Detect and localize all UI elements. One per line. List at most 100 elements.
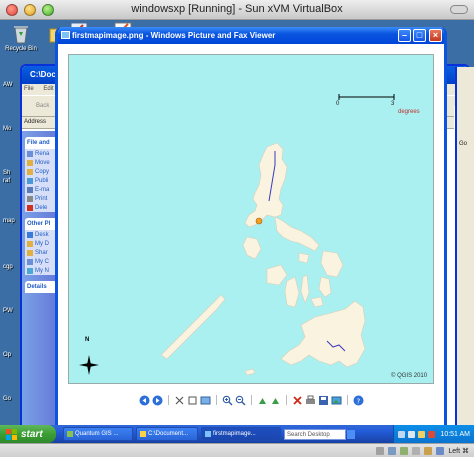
philippines-map <box>79 94 395 376</box>
place-shared[interactable]: Shar <box>25 248 57 257</box>
desktop-side-label: PW <box>3 308 13 314</box>
actual-size-button[interactable] <box>187 395 198 406</box>
folder-icon <box>27 250 33 256</box>
edit-button[interactable] <box>331 395 342 406</box>
next-image-button[interactable] <box>152 395 163 406</box>
map-image: 0 3 degrees N © QGIS 2010 <box>68 54 434 384</box>
shared-folders-icon[interactable] <box>424 446 433 455</box>
search-go-button[interactable] <box>347 429 355 439</box>
desktop-search-input[interactable]: Search Desktop <box>284 428 346 440</box>
taskbar-clock[interactable]: 10:51 AM <box>440 431 470 438</box>
desktop-icon-recycle-bin[interactable]: Recycle Bin <box>2 24 40 53</box>
maximize-button[interactable]: □ <box>413 29 426 42</box>
desktop-side-label: map <box>3 218 15 224</box>
delete-button[interactable] <box>292 395 303 406</box>
leyte-island <box>318 276 332 298</box>
desktop-icon <box>27 232 33 238</box>
taskbar-button-label: C:\Document... <box>148 431 189 437</box>
task-rename[interactable]: Rena <box>25 149 57 158</box>
zoom-out-button[interactable] <box>235 395 246 406</box>
desktop-side-label: AW <box>3 82 13 88</box>
best-fit-button[interactable] <box>174 395 185 406</box>
start-button[interactable]: start <box>0 425 56 443</box>
task-label: Rena <box>35 151 50 157</box>
viewer-titlebar: firstmapimage.png - Windows Picture and … <box>58 27 444 44</box>
folder-icon <box>140 431 146 437</box>
desktop-side-label: Op <box>3 352 12 358</box>
zoom-in-button[interactable] <box>222 395 233 406</box>
back-button[interactable]: Back <box>36 103 49 109</box>
toolbar-separator <box>346 395 348 405</box>
task-print[interactable]: Print <box>25 194 57 203</box>
task-copy[interactable]: Copy <box>25 167 57 176</box>
host-key-label: Left ⌘ <box>448 447 469 455</box>
task-move[interactable]: Move <box>25 158 57 167</box>
place-desktop[interactable]: Desk <box>25 230 57 239</box>
svg-text:?: ? <box>356 397 360 405</box>
toolbar-separator <box>167 395 169 405</box>
minimize-button[interactable]: – <box>398 29 411 42</box>
panay-island <box>266 264 288 286</box>
north-label: N <box>85 337 90 343</box>
other-places-header[interactable]: Other Pl <box>25 218 57 230</box>
north-arrow-icon <box>79 355 99 375</box>
details-header[interactable]: Details <box>25 281 57 293</box>
hdd-status-icon[interactable] <box>376 446 385 455</box>
task-label: Publi <box>35 178 49 184</box>
menu-edit[interactable]: Edit <box>43 86 53 92</box>
tray-network-icon[interactable] <box>408 430 416 438</box>
taskbar: start Quantum GIS ... C:\Document... fir… <box>0 425 474 443</box>
toolbar-toggle-button[interactable] <box>450 5 468 14</box>
network-status-icon[interactable] <box>400 446 409 455</box>
folder-icon <box>27 241 33 247</box>
vbox-statusbar: Left ⌘ <box>0 443 474 457</box>
address-go-button[interactable]: Go <box>459 141 467 147</box>
help-button[interactable]: ? <box>353 395 364 406</box>
place-my-computer[interactable]: My C <box>25 257 57 266</box>
print-button[interactable] <box>305 395 316 406</box>
masbate-island <box>298 252 310 264</box>
place-label: My D <box>35 241 49 247</box>
tray-app-icon[interactable] <box>398 430 406 438</box>
mouse-integration-icon[interactable] <box>436 446 445 455</box>
task-email[interactable]: E-ma <box>25 185 57 194</box>
guest-desktop: Recycle Bin M AW Mo Sh raf map cgp PW Op… <box>0 20 474 425</box>
place-label: My C <box>35 259 49 265</box>
save-button[interactable] <box>318 395 329 406</box>
picture-viewer-window[interactable]: firstmapimage.png - Windows Picture and … <box>55 27 447 425</box>
taskbar-button-qgis[interactable]: Quantum GIS ... <box>63 427 133 441</box>
email-icon <box>27 187 33 193</box>
desktop-side-label: raf <box>3 178 11 184</box>
close-button[interactable]: × <box>429 29 442 42</box>
tray-volume-icon[interactable] <box>418 430 426 438</box>
place-my-network[interactable]: My N <box>25 266 57 275</box>
bohol-island <box>310 296 324 308</box>
menu-file[interactable]: File <box>24 86 34 92</box>
place-my-documents[interactable]: My D <box>25 239 57 248</box>
rotate-clockwise-button[interactable] <box>257 395 268 406</box>
scale-end-label: 3 <box>391 101 395 107</box>
tray-security-icon[interactable] <box>428 430 436 438</box>
host-titlebar: windowsxp [Running] - Sun xVM VirtualBox <box>0 0 474 20</box>
host-title: windowsxp [Running] - Sun xVM VirtualBox <box>131 3 343 15</box>
usb-status-icon[interactable] <box>412 446 421 455</box>
taskbar-button-explorer[interactable]: C:\Document... <box>136 427 198 441</box>
previous-image-button[interactable] <box>139 395 150 406</box>
task-delete[interactable]: Dele <box>25 203 57 212</box>
taskbar-button-picture-viewer[interactable]: firstmapimage... <box>201 427 281 441</box>
task-publish[interactable]: Publi <box>25 176 57 185</box>
copy-icon <box>27 169 33 175</box>
viewer-canvas: 0 3 degrees N © QGIS 2010 ? <box>58 44 444 425</box>
desktop-icon-label: Recycle Bin <box>5 46 37 52</box>
file-tasks-header[interactable]: File and <box>25 137 57 149</box>
sulu-islands <box>244 368 256 376</box>
picture-viewer-icon <box>61 31 70 39</box>
task-label: E-ma <box>35 187 50 193</box>
windows-logo-icon <box>6 428 17 440</box>
viewer-toolbar: ? <box>58 389 444 411</box>
viewer-title: firstmapimage.png - Windows Picture and … <box>72 31 276 40</box>
picture-viewer-icon <box>205 431 211 437</box>
slideshow-button[interactable] <box>200 395 211 406</box>
rotate-counterclockwise-button[interactable] <box>270 395 281 406</box>
cd-status-icon[interactable] <box>388 446 397 455</box>
